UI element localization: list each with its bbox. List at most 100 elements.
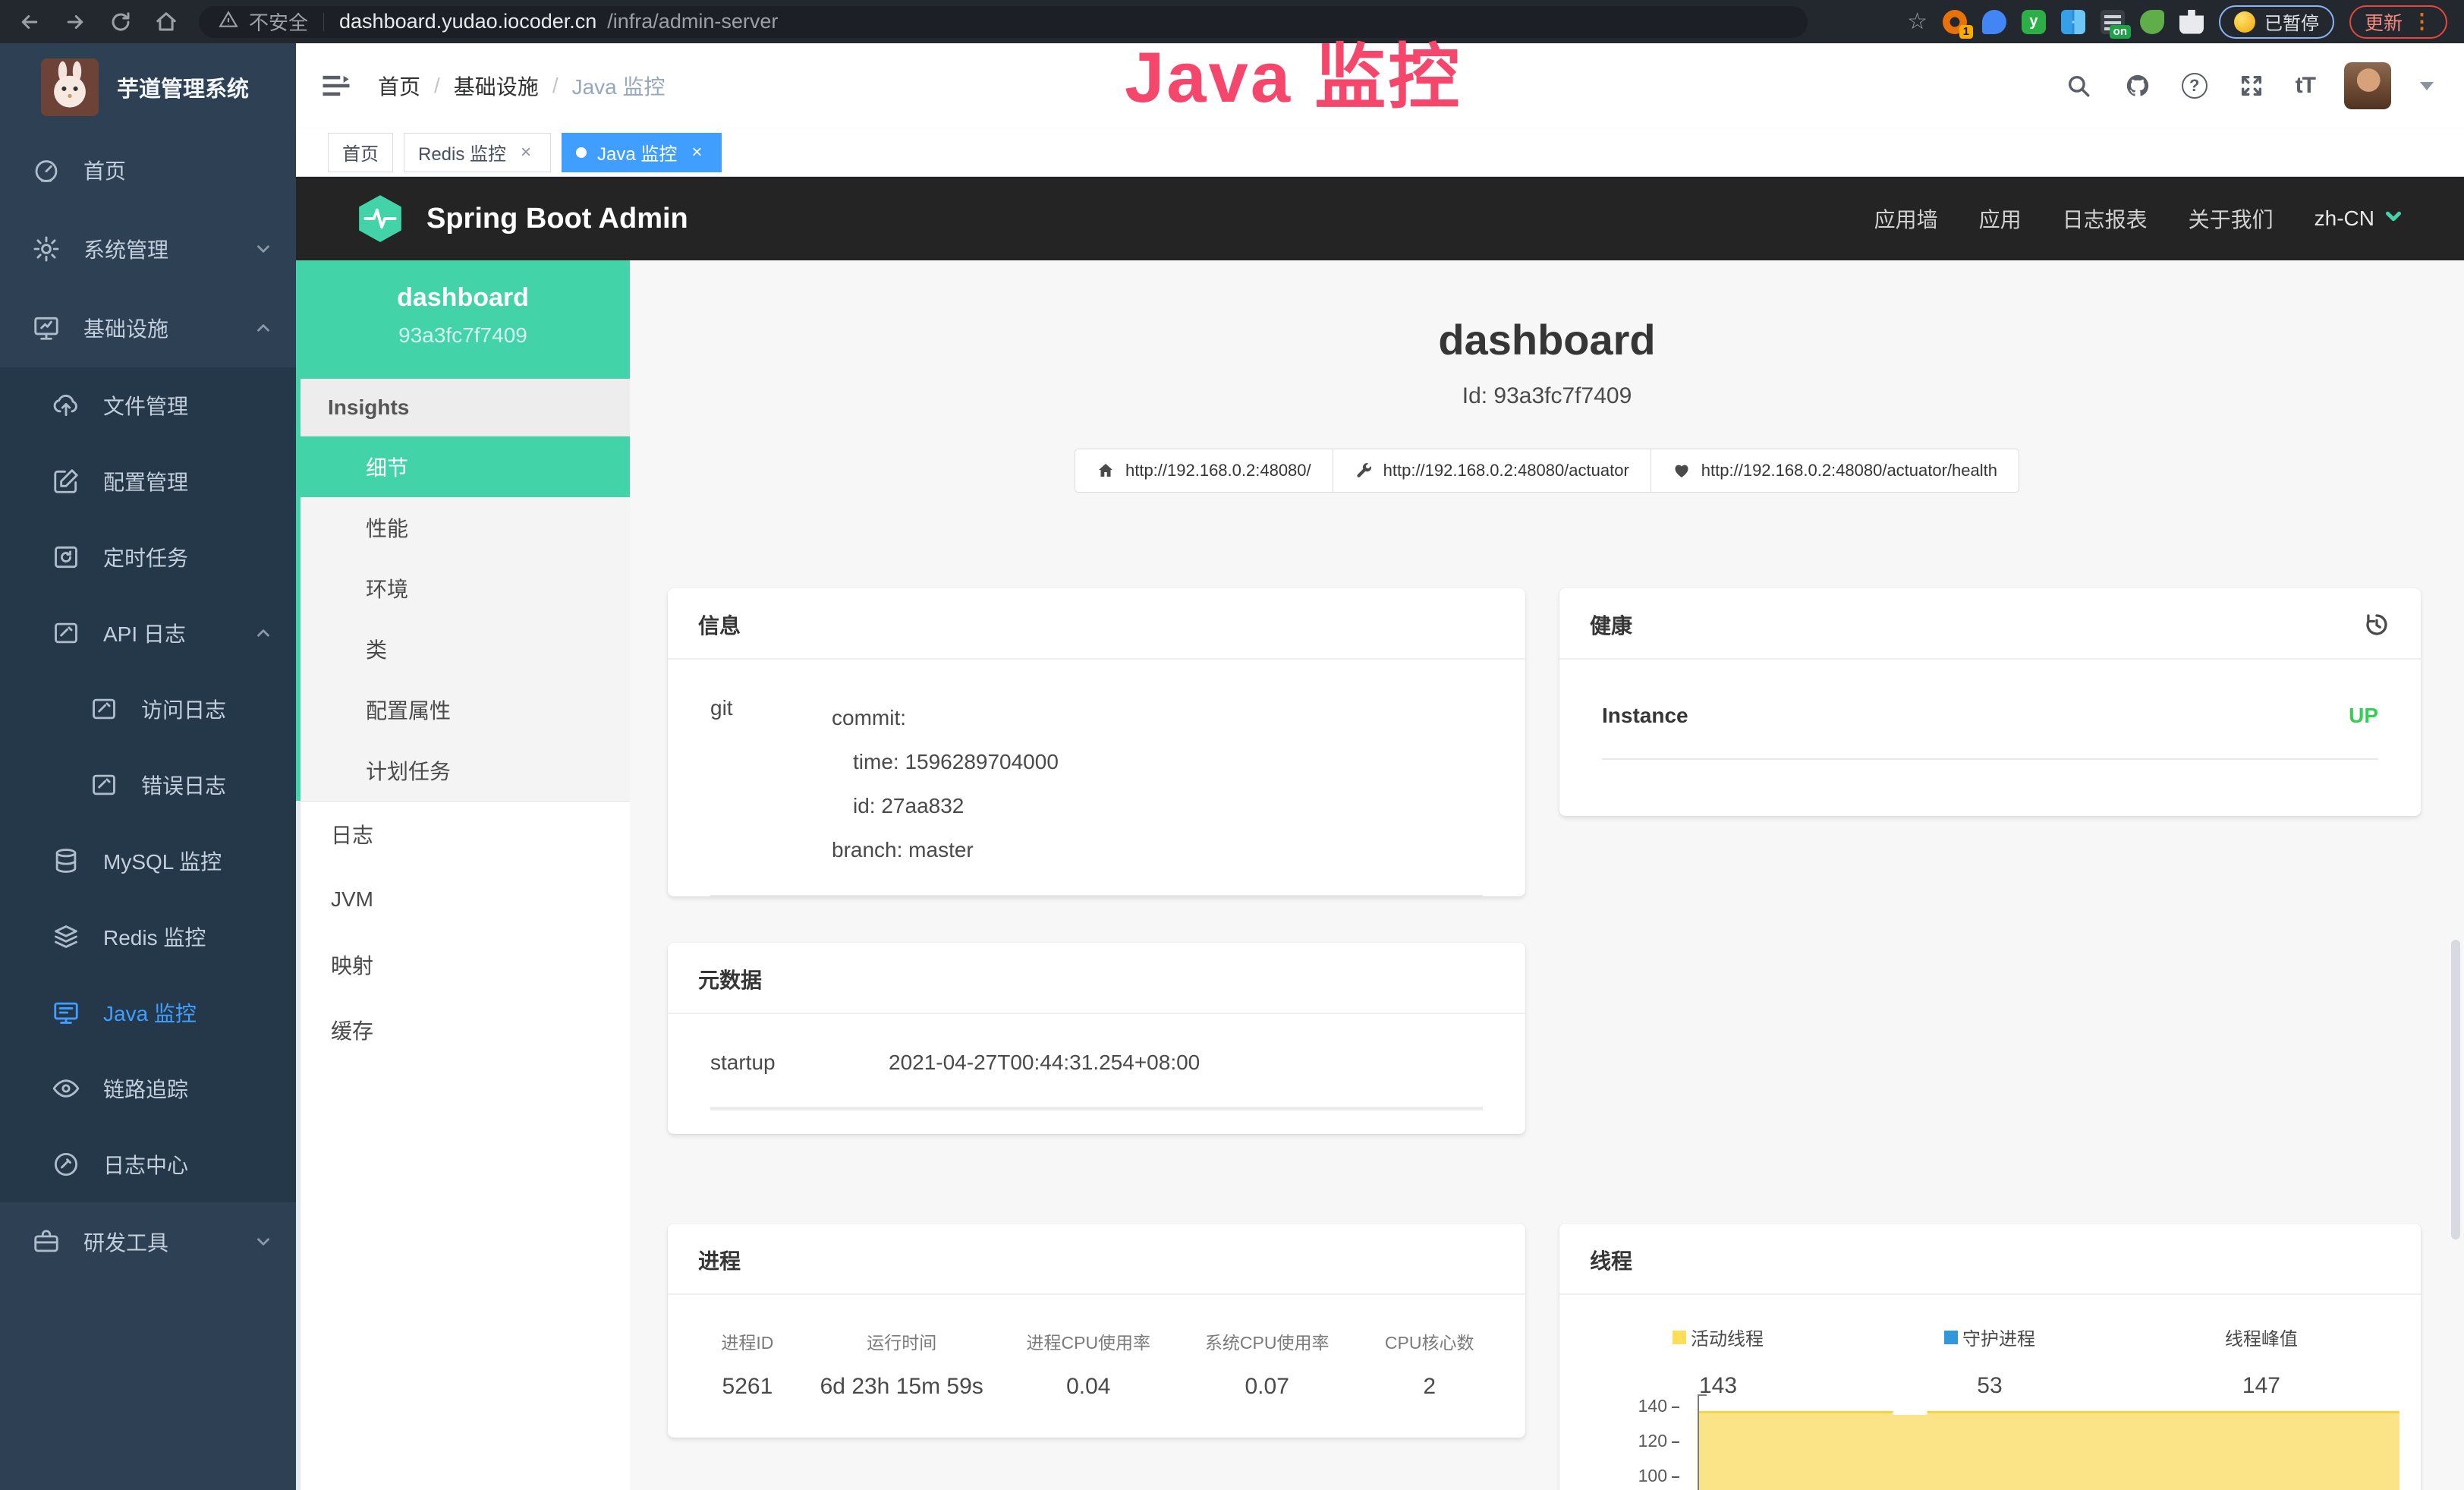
sidebar-item-infra[interactable]: 基础设施 bbox=[0, 288, 296, 367]
update-button[interactable]: 更新 ⋮ bbox=[2349, 5, 2447, 39]
sba-nav-journal[interactable]: 日志报表 bbox=[2063, 203, 2148, 234]
url-path: /infra/admin-server bbox=[607, 10, 778, 33]
paused-pill[interactable]: 已暂停 bbox=[2219, 5, 2334, 39]
extensions-puzzle-icon[interactable] bbox=[2179, 10, 2204, 34]
bookmark-star-icon[interactable]: ☆ bbox=[1907, 8, 1927, 35]
home-icon[interactable] bbox=[153, 9, 179, 35]
tag-java-monitor[interactable]: Java 监控 × bbox=[562, 133, 722, 172]
font-size-icon[interactable]: tT bbox=[2296, 73, 2315, 99]
sidebar-item-config[interactable]: 配置管理 bbox=[0, 443, 296, 519]
forward-icon[interactable] bbox=[62, 9, 88, 35]
scrollbar-thumb[interactable] bbox=[2451, 940, 2460, 1240]
eye-icon bbox=[52, 1074, 80, 1103]
extension-icon-youdao[interactable]: y bbox=[2022, 10, 2046, 34]
tag-redis-monitor[interactable]: Redis 监控 × bbox=[404, 133, 551, 172]
back-icon[interactable] bbox=[17, 9, 42, 35]
avatar-caret-icon[interactable] bbox=[2420, 82, 2434, 90]
instance-header[interactable]: dashboard 93a3fc7f7409 bbox=[296, 260, 630, 379]
sidebar-item-error-log[interactable]: 错误日志 bbox=[0, 747, 296, 823]
extension-icon-grid[interactable] bbox=[2061, 10, 2085, 34]
sidebar-item-job[interactable]: 定时任务 bbox=[0, 519, 296, 595]
sba-nav-wallboard[interactable]: 应用墙 bbox=[1874, 203, 1938, 234]
sidebar-item-api-log[interactable]: API 日志 bbox=[0, 595, 296, 671]
sba-item-jvm[interactable]: JVM bbox=[296, 867, 630, 932]
app-logo[interactable]: 芋道管理系统 bbox=[0, 43, 296, 131]
briefcase-icon bbox=[32, 1227, 61, 1256]
sba-nav-applications[interactable]: 应用 bbox=[1979, 203, 2022, 234]
process-card-title: 进程 bbox=[698, 1245, 741, 1275]
github-icon[interactable] bbox=[2123, 71, 2153, 101]
close-icon[interactable]: × bbox=[686, 142, 707, 163]
extension-icon-list[interactable]: on bbox=[2101, 10, 2125, 34]
threads-daemon: 守护进程 53 bbox=[1854, 1324, 2126, 1399]
extension-icon-pin[interactable] bbox=[1982, 10, 2006, 34]
sidebar-item-system[interactable]: 系统管理 bbox=[0, 209, 296, 288]
sba-item-config-props[interactable]: 配置属性 bbox=[296, 679, 630, 740]
sidebar-item-log-center[interactable]: 日志中心 bbox=[0, 1126, 296, 1202]
info-card: 信息 git commit: time: 1596289704000 id: 2… bbox=[668, 588, 1525, 896]
y-tick-100: 100 bbox=[1590, 1466, 1679, 1486]
close-icon[interactable]: × bbox=[515, 142, 537, 163]
sba-item-classes[interactable]: 类 bbox=[296, 619, 630, 679]
threads-live: 活动线程 143 bbox=[1582, 1324, 1854, 1399]
sidebar-item-redis[interactable]: Redis 监控 bbox=[0, 899, 296, 975]
tags-view: 首页 Redis 监控 × Java 监控 × bbox=[296, 128, 2464, 177]
sba-item-mappings[interactable]: 映射 bbox=[296, 932, 630, 997]
y-tick-120: 120 bbox=[1590, 1431, 1679, 1451]
page-title: dashboard bbox=[630, 315, 2464, 364]
legend-swatch-live bbox=[1673, 1331, 1686, 1344]
sba-item-metrics[interactable]: 性能 bbox=[296, 497, 630, 558]
endpoint-buttons: http://192.168.0.2:48080/ http://192.168… bbox=[630, 449, 2464, 493]
app-title: 芋道管理系统 bbox=[117, 71, 249, 103]
reload-icon[interactable] bbox=[108, 9, 134, 35]
process-col-pid: 进程ID 5261 bbox=[691, 1328, 804, 1400]
history-icon[interactable] bbox=[2363, 611, 2390, 638]
endpoint-home-button[interactable]: http://192.168.0.2:48080/ bbox=[1075, 449, 1333, 493]
sba-item-logs[interactable]: 日志 bbox=[296, 802, 630, 867]
hamburger-icon[interactable] bbox=[320, 70, 352, 102]
language-select[interactable]: zh-CN bbox=[2315, 205, 2405, 233]
extension-icon-leaf[interactable] bbox=[2140, 10, 2164, 34]
sidebar-item-trace[interactable]: 链路追踪 bbox=[0, 1051, 296, 1126]
help-icon[interactable]: ? bbox=[2182, 73, 2208, 99]
browser-right-cluster: ☆ 1 y on 已暂停 更新 ⋮ bbox=[1907, 5, 2447, 39]
endpoint-health-button[interactable]: http://192.168.0.2:48080/actuator/health bbox=[1651, 449, 2019, 493]
address-divider bbox=[323, 13, 324, 31]
database-icon bbox=[52, 846, 80, 875]
sba-content: dashboard Id: 93a3fc7f7409 http://192.16… bbox=[630, 260, 2464, 1490]
tag-home[interactable]: 首页 bbox=[328, 133, 393, 172]
api-log-icon bbox=[52, 619, 80, 647]
chevron-up-icon bbox=[253, 623, 273, 643]
sba-item-scheduled-tasks[interactable]: 计划任务 bbox=[296, 740, 630, 801]
sba-nav-about[interactable]: 关于我们 bbox=[2189, 203, 2274, 234]
sidebar-item-mysql[interactable]: MySQL 监控 bbox=[0, 823, 296, 899]
address-bar[interactable]: 不安全 dashboard.yudao.iocoder.cn/infra/adm… bbox=[199, 6, 1808, 38]
timer-icon bbox=[52, 543, 80, 572]
breadcrumb: 首页 / 基础设施 / Java 监控 bbox=[378, 71, 666, 101]
sidebar-item-devtools[interactable]: 研发工具 bbox=[0, 1202, 296, 1281]
wrench-icon bbox=[1355, 461, 1373, 480]
layers-icon bbox=[52, 922, 80, 951]
warning-icon[interactable] bbox=[219, 10, 238, 33]
sidebar-item-java-monitor[interactable]: Java 监控 bbox=[0, 975, 296, 1051]
sidebar-item-home[interactable]: 首页 bbox=[0, 131, 296, 209]
fullscreen-icon[interactable] bbox=[2236, 71, 2267, 101]
breadcrumb-home[interactable]: 首页 bbox=[378, 71, 420, 101]
emoji-face-icon bbox=[2234, 11, 2255, 33]
extension-icon-orange[interactable]: 1 bbox=[1943, 10, 1967, 34]
avatar[interactable] bbox=[2344, 62, 2391, 109]
sba-item-caches[interactable]: 缓存 bbox=[296, 997, 630, 1063]
endpoint-actuator-button[interactable]: http://192.168.0.2:48080/actuator bbox=[1333, 449, 1651, 493]
sba-brand[interactable]: Spring Boot Admin bbox=[426, 203, 688, 235]
sidebar-item-file[interactable]: 文件管理 bbox=[0, 367, 296, 443]
security-label: 不安全 bbox=[249, 8, 308, 36]
paused-label: 已暂停 bbox=[2264, 8, 2319, 35]
sba-item-environment[interactable]: 环境 bbox=[296, 558, 630, 619]
update-label: 更新 bbox=[2365, 8, 2403, 36]
api-log-submenu: 访问日志 错误日志 bbox=[0, 671, 296, 823]
sba-item-details[interactable]: 细节 bbox=[296, 436, 630, 497]
search-icon[interactable] bbox=[2063, 71, 2094, 101]
breadcrumb-infra[interactable]: 基础设施 bbox=[454, 71, 539, 101]
sidebar-item-access-log[interactable]: 访问日志 bbox=[0, 671, 296, 747]
kebab-menu-icon[interactable]: ⋮ bbox=[2412, 10, 2432, 33]
